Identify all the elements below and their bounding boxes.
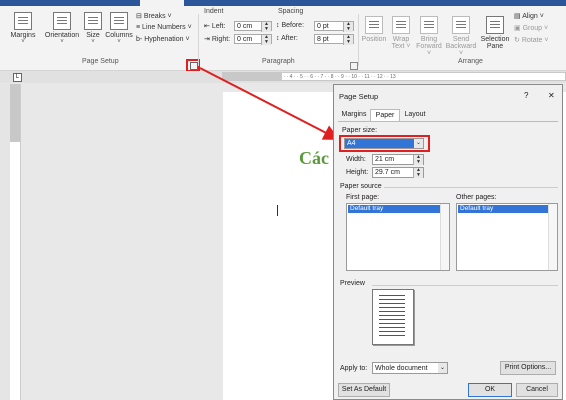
width-label: Width: xyxy=(346,156,366,163)
page-preview xyxy=(372,289,414,345)
height-input[interactable]: 29.7 cm ▲ ▼ xyxy=(372,167,424,178)
print-options-button[interactable]: Print Options... xyxy=(500,361,556,375)
close-icon[interactable]: ✕ xyxy=(548,91,555,100)
first-page-label: First page: xyxy=(346,194,380,201)
spinner-arrows-icon[interactable]: ▲ ▼ xyxy=(413,168,423,178)
preview-lines xyxy=(379,295,405,296)
section-divider xyxy=(384,187,558,188)
paper-size-label: Paper size: xyxy=(342,127,378,134)
ok-button[interactable]: OK xyxy=(468,383,512,397)
paper-size-highlight xyxy=(339,135,430,152)
scrollbar[interactable] xyxy=(548,204,557,270)
help-icon[interactable]: ? xyxy=(524,91,528,100)
scrollbar[interactable] xyxy=(440,204,449,270)
dialog-title: Page Setup xyxy=(339,92,379,101)
other-pages-label: Other pages: xyxy=(456,194,497,201)
tab-divider xyxy=(338,121,558,122)
apply-to-select[interactable]: Whole document ⌄ xyxy=(372,362,448,374)
apply-to-label: Apply to: xyxy=(340,365,368,372)
set-as-default-button[interactable]: Set As Default xyxy=(338,383,390,397)
width-input[interactable]: 21 cm ▲ ▼ xyxy=(372,154,424,165)
height-label: Height: xyxy=(346,169,369,176)
preview-label: Preview xyxy=(340,280,365,287)
tab-margins[interactable]: Margins xyxy=(339,109,369,121)
paper-source-label: Paper source xyxy=(340,183,382,190)
list-item[interactable]: Default tray xyxy=(458,205,548,213)
cancel-button[interactable]: Cancel xyxy=(516,383,558,397)
chevron-down-icon[interactable]: ⌄ xyxy=(438,363,447,373)
first-page-list[interactable]: Default tray xyxy=(346,203,450,271)
other-pages-list[interactable]: Default tray xyxy=(456,203,558,271)
tab-layout[interactable]: Layout xyxy=(400,109,430,121)
page-setup-dialog: Page Setup ? ✕ Margins Paper Layout Pape… xyxy=(333,84,563,400)
section-divider xyxy=(372,285,558,286)
spinner-arrows-icon[interactable]: ▲ ▼ xyxy=(413,155,423,165)
list-item[interactable]: Default tray xyxy=(348,205,440,213)
